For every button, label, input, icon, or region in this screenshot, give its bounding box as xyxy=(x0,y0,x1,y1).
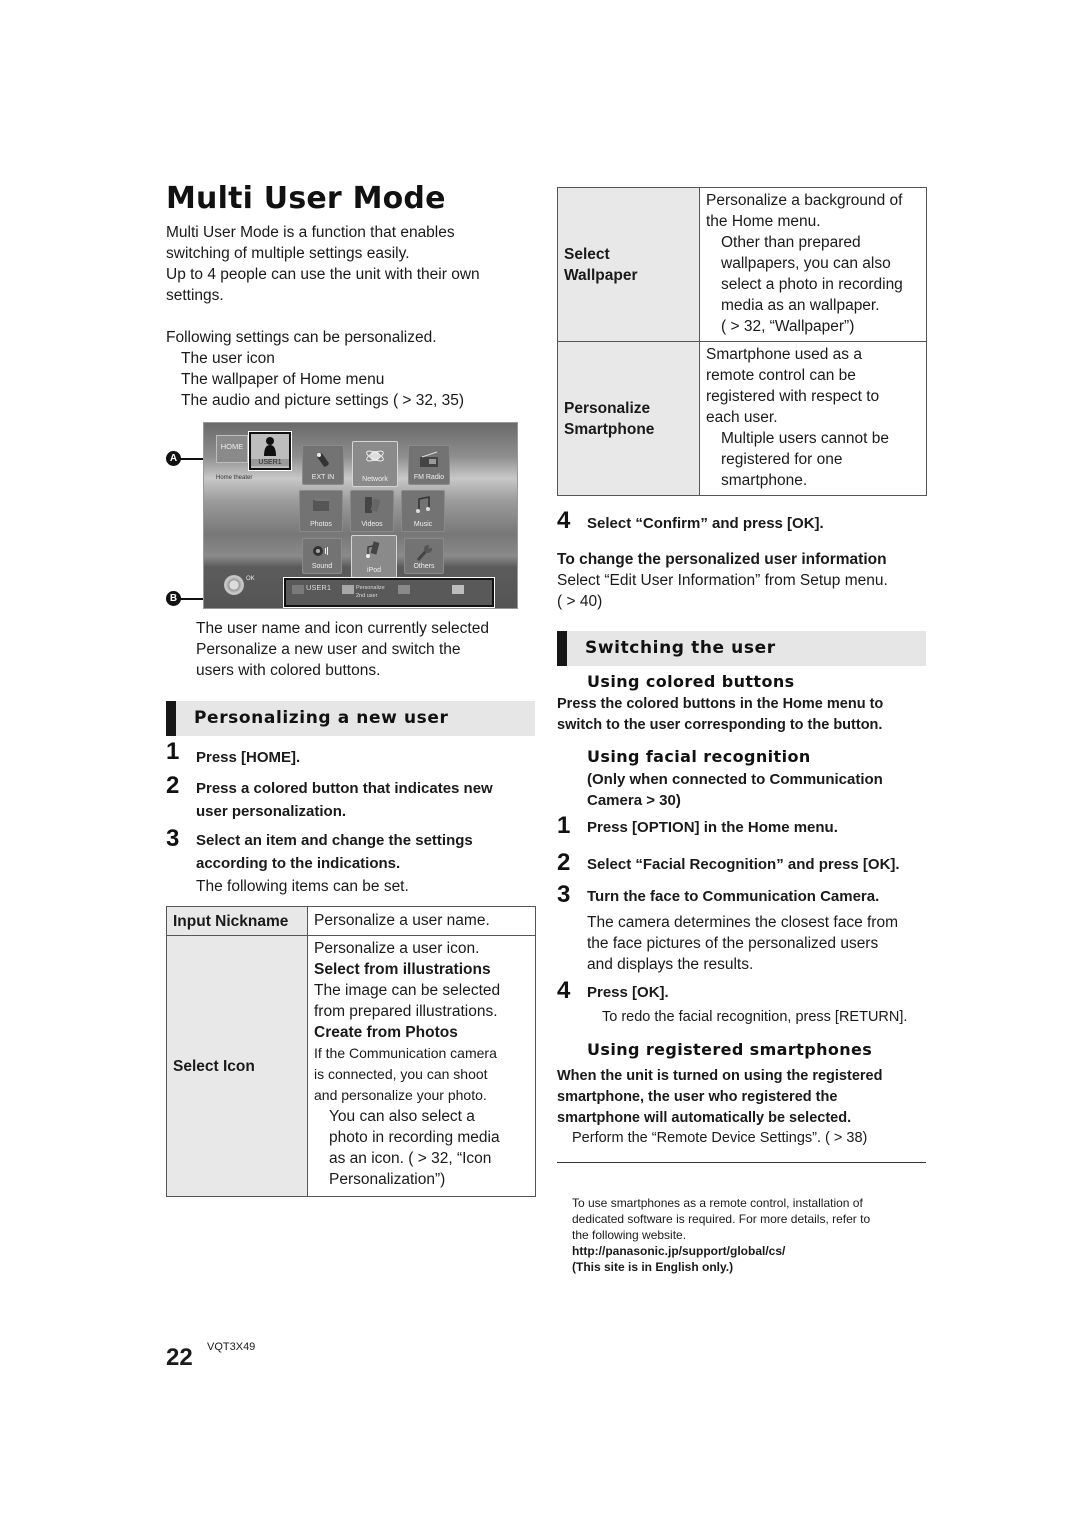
facial-step-4-text: Press [OK]. xyxy=(587,984,669,1001)
tile-photos: Photos xyxy=(299,490,343,532)
step-number: 4 xyxy=(557,507,571,534)
table-row-body: Smartphone used as a remote control can … xyxy=(699,341,927,496)
table-row-head: Input Nickname xyxy=(166,906,308,936)
ok-hint-label: OK xyxy=(246,576,255,582)
step-number: 2 xyxy=(166,772,180,799)
photos-icon xyxy=(313,498,329,511)
remote-dpad-icon xyxy=(224,575,244,595)
table-row-head: Select Icon xyxy=(166,935,308,1197)
right-items-table: Select Wallpaper Personalize a backgroun… xyxy=(557,187,927,496)
tile-fm-radio: FM Radio xyxy=(408,445,450,485)
home-label-box: HOME xyxy=(216,435,248,463)
facial-step-1-text: Press [OPTION] in the Home menu. xyxy=(587,819,838,836)
callout-b-badge: B xyxy=(166,591,181,606)
personalize-items-table: Input Nickname Personalize a user name. … xyxy=(166,906,536,1197)
step-3-text: Select an item and change the settings a… xyxy=(196,832,473,872)
smartphones-note: Perform the “Remote Device Settings”. ( … xyxy=(572,1130,868,1146)
color-button-blue xyxy=(398,585,410,594)
change-info-block: To change the personalized user informat… xyxy=(557,551,888,610)
intro-paragraph-1: Multi User Mode is a function that enabl… xyxy=(166,224,455,262)
color-button-user-label: USER1 xyxy=(306,583,332,592)
step-number: 3 xyxy=(166,825,180,852)
table-row-body: Personalize a background of the Home men… xyxy=(699,187,927,342)
callout-a-badge: A xyxy=(166,451,181,466)
table-row-body: Personalize a user icon. Select from ill… xyxy=(307,935,536,1197)
personalizable-list: The user icon The wallpaper of Home menu… xyxy=(181,348,464,411)
callout-descriptions: The user name and icon currently selecte… xyxy=(196,620,489,679)
table-row: Input Nickname Personalize a user name. xyxy=(166,906,536,936)
change-info-heading: To change the personalized user informat… xyxy=(557,551,887,568)
globe-icon xyxy=(366,450,384,462)
step-1-text: Press [HOME]. xyxy=(196,749,301,766)
section-heading-personalizing: Personalizing a new user xyxy=(166,701,535,736)
step-3-note: The following items can be set. xyxy=(196,878,409,895)
footnote: To use smartphones as a remote control, … xyxy=(572,1196,871,1274)
intro-paragraph-2: Up to 4 people can use the unit with the… xyxy=(166,266,480,304)
facial-step-3-text: Turn the face to Communication Camera. xyxy=(587,888,880,905)
facial-recognition-note: (Only when connected to Communication Ca… xyxy=(587,771,883,809)
table-row: Select Wallpaper Personalize a backgroun… xyxy=(557,187,927,342)
color-button-yellow xyxy=(452,585,464,594)
tile-ipod: iPod xyxy=(351,535,397,578)
music-note-icon xyxy=(416,496,430,513)
radio-icon xyxy=(420,451,438,467)
table-row: Select Icon Personalize a user icon. Sel… xyxy=(166,935,536,1197)
color-button-green xyxy=(342,585,354,594)
table-row-body: Personalize a user name. xyxy=(307,906,536,936)
wrench-icon xyxy=(416,545,432,561)
tile-network: Network xyxy=(352,441,398,487)
table-row-head: Personalize Smartphone xyxy=(557,341,700,496)
list-item: The wallpaper of Home menu xyxy=(181,371,385,388)
section-heading-switching: Switching the user xyxy=(557,631,926,666)
step-number: 2 xyxy=(557,849,571,876)
ipod-icon xyxy=(366,541,380,558)
callout-b-description: Personalize a new user and switch the xyxy=(196,641,461,658)
subheading-registered-smartphones: Using registered smartphones xyxy=(587,1040,873,1059)
list-item: The user icon xyxy=(181,350,275,367)
callout-a-description: The user name and icon currently selecte… xyxy=(196,620,489,637)
film-icon xyxy=(365,497,381,513)
step-number: 1 xyxy=(557,812,571,839)
smartphones-text: When the unit is turned on using the reg… xyxy=(557,1068,883,1126)
step-2-text: Press a colored button that indicates ne… xyxy=(196,780,493,820)
user-switch-bar: USER1 Personalize 2nd user xyxy=(283,577,495,608)
facial-step-4-note: To redo the facial recognition, press [R… xyxy=(602,1009,908,1025)
facial-step-3-description: The camera determines the closest face f… xyxy=(587,914,898,973)
tile-sound: Sound xyxy=(302,538,342,574)
page-number: 22 xyxy=(166,1344,193,1371)
tile-others: Others xyxy=(404,538,444,574)
user-name-label: USER1 xyxy=(251,459,289,466)
user-silhouette-icon xyxy=(264,437,276,456)
subheading-facial-recognition: Using facial recognition xyxy=(587,747,811,766)
facial-step-2-text: Select “Facial Recognition” and press [O… xyxy=(587,856,900,873)
list-item: The audio and picture settings ( > 32, 3… xyxy=(181,392,465,409)
personalizable-list-lead: Following settings can be personalized. xyxy=(166,329,437,346)
device-name-label: Home theater xyxy=(216,475,253,481)
subheading-colored-buttons: Using colored buttons xyxy=(587,672,795,691)
table-row-head: Select Wallpaper xyxy=(557,187,700,342)
step-number: 1 xyxy=(166,738,180,765)
user-icon-box: USER1 xyxy=(248,431,292,471)
footnote-divider xyxy=(557,1162,926,1163)
step-number: 4 xyxy=(557,977,571,1004)
tile-videos: Videos xyxy=(350,490,394,532)
tile-music: Music xyxy=(401,490,445,532)
step-4-text: Select “Confirm” and press [OK]. xyxy=(587,515,824,532)
plug-icon xyxy=(317,453,329,467)
home-menu-screenshot: HOME USER1 Home theater EXT IN Network F… xyxy=(203,422,518,609)
support-url-link[interactable]: http://panasonic.jp/support/global/cs/ xyxy=(572,1243,870,1259)
table-row: Personalize Smartphone Smartphone used a… xyxy=(557,341,927,496)
step-number: 3 xyxy=(557,881,571,908)
colored-buttons-text: Press the colored buttons in the Home me… xyxy=(557,696,884,733)
tile-ext-in: EXT IN xyxy=(302,445,344,485)
color-button-personalize-label: Personalize 2nd user xyxy=(356,585,385,599)
color-button-red xyxy=(292,585,304,594)
document-code: VQT3X49 xyxy=(207,1341,256,1353)
speaker-icon xyxy=(313,546,328,556)
page-title: Multi User Mode xyxy=(166,181,446,216)
